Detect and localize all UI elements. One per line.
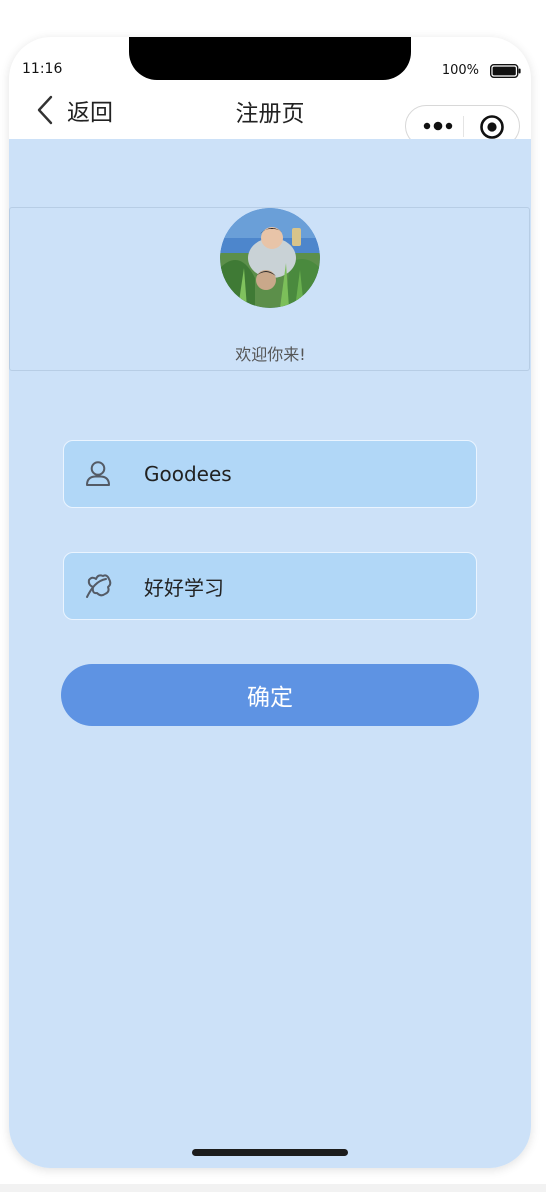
device-notch: [129, 37, 411, 80]
more-dots-icon[interactable]: [422, 118, 454, 134]
password-input[interactable]: [144, 567, 454, 605]
user-icon: [86, 461, 110, 486]
page-content: 欢迎你来! 确定: [9, 139, 531, 1168]
confirm-button[interactable]: 确定: [61, 664, 479, 726]
status-time: 11:16: [22, 61, 63, 77]
target-circle-icon[interactable]: [479, 114, 505, 140]
leaf-icon: [86, 574, 112, 598]
home-indicator: [192, 1149, 348, 1156]
user-avatar-photo[interactable]: [220, 208, 320, 308]
bottom-strip: [0, 1184, 546, 1192]
phone-screen: 11:16 100% 返回 注册页 欢迎你来! Goodees 好好学习 确定: [9, 37, 531, 1168]
capsule-divider: [463, 116, 464, 137]
welcome-text: 欢迎你来!: [235, 345, 306, 364]
welcome-card: 欢迎你来!: [9, 207, 530, 371]
username-input[interactable]: [144, 455, 454, 493]
username-field[interactable]: [63, 440, 477, 508]
password-field[interactable]: [63, 552, 477, 620]
battery-icon: [490, 64, 521, 78]
navigation-bar: 返回 注册页: [9, 87, 531, 147]
battery-percent: 100%: [441, 63, 479, 78]
